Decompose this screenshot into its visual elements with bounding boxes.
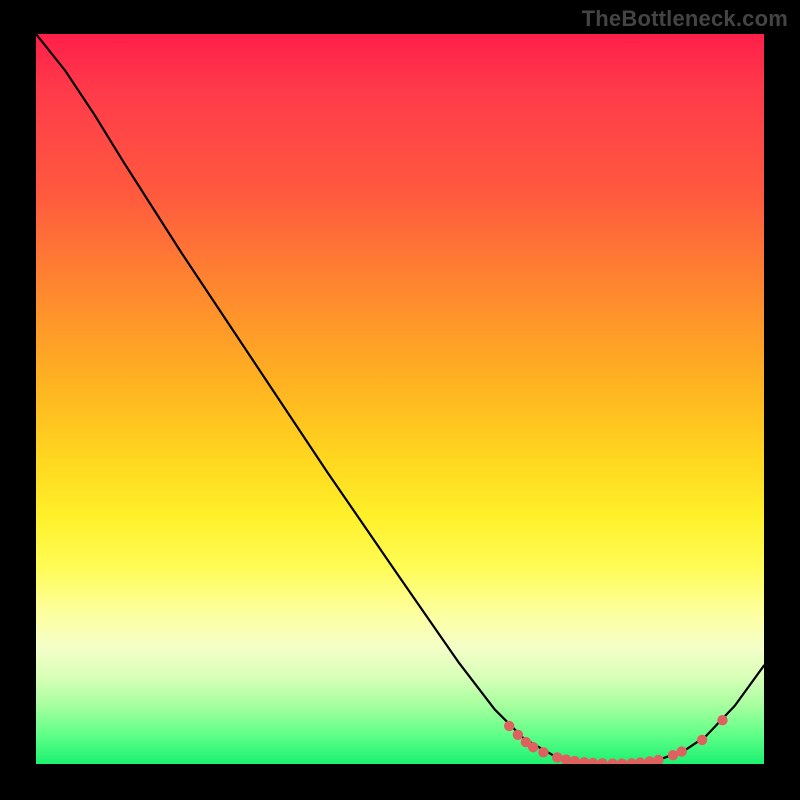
highlight-point (513, 730, 523, 740)
chart-svg (36, 34, 764, 764)
highlight-point (561, 754, 571, 764)
plot-area (36, 34, 764, 764)
highlight-points (504, 715, 728, 764)
highlight-point (588, 758, 598, 764)
highlight-point (504, 721, 514, 731)
highlight-point (528, 742, 538, 752)
watermark-text: TheBottleneck.com (582, 6, 788, 32)
highlight-point (697, 735, 707, 745)
highlight-point (617, 758, 627, 764)
highlight-point (653, 755, 663, 764)
highlight-point (570, 756, 580, 764)
highlight-point (552, 752, 562, 762)
highlight-point (717, 715, 727, 725)
highlight-point (607, 758, 617, 764)
highlight-point (538, 747, 548, 757)
highlight-point (597, 758, 607, 764)
chart-frame: TheBottleneck.com (0, 0, 800, 800)
curve-line (36, 34, 764, 764)
highlight-point (635, 757, 645, 764)
highlight-point (677, 746, 687, 756)
